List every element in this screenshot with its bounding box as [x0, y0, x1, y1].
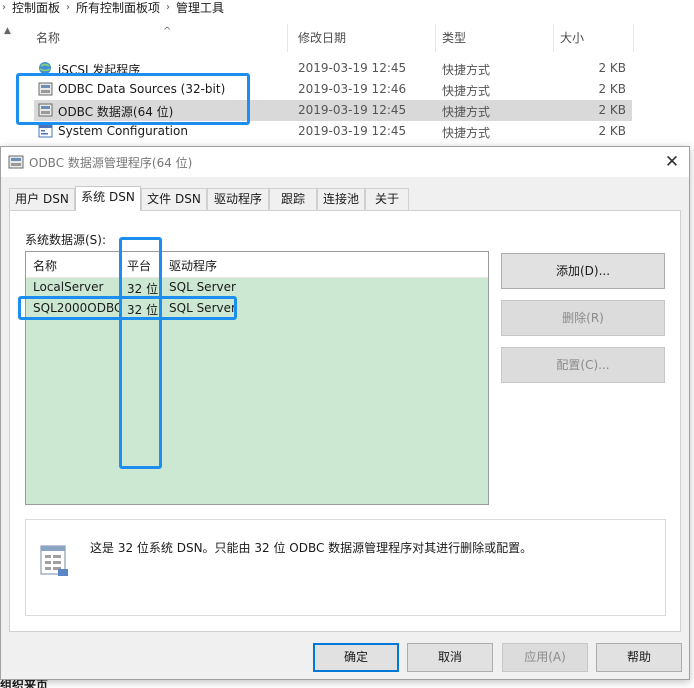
system-data-sources-label: 系统数据源(S): — [25, 233, 107, 247]
close-icon[interactable]: ✕ — [655, 147, 689, 177]
remove-button[interactable]: 删除(R) — [501, 300, 665, 336]
column-name-header[interactable]: 名称 ^ — [30, 24, 288, 52]
info-message: 这是 32 位系统 DSN。只能由 32 位 ODBC 数据源管理程序对其进行删… — [90, 541, 533, 555]
scroll-up-icon[interactable]: ▲ — [4, 26, 11, 36]
background-fragment: 组织来页 — [0, 680, 49, 688]
file-row-iscsi[interactable]: iSCSI 发起程序 2019-03-19 12:45 快捷方式 2 KB — [34, 58, 632, 79]
column-type-header[interactable]: 类型 — [436, 24, 554, 52]
chevron-right-icon: › — [166, 1, 171, 13]
odbc-administrator-dialog: ODBC 数据源管理程序(64 位) ✕ 用户 DSN 系统 DSN 文件 DS… — [0, 146, 690, 680]
dialog-titlebar[interactable]: ODBC 数据源管理程序(64 位) ✕ — [1, 147, 689, 177]
column-size-header[interactable]: 大小 — [554, 24, 634, 52]
file-row-system-configuration[interactable]: System Configuration 2019-03-19 12:45 快捷… — [34, 121, 632, 142]
iscsi-globe-icon — [39, 62, 51, 74]
tab-tracing[interactable]: 跟踪 — [269, 188, 317, 210]
header-platform[interactable]: 平台 — [127, 257, 151, 274]
breadcrumb-item-all-items[interactable]: 所有控制面板项 — [76, 0, 160, 15]
odbc-icon — [38, 82, 53, 96]
tab-file-dsn[interactable]: 文件 DSN — [141, 188, 207, 210]
system-data-sources-list[interactable]: 名称 平台 驱动程序 LocalServer 32 位 SQL Server S… — [25, 251, 489, 505]
file-list-header: 名称 ^ 修改日期 类型 大小 — [22, 24, 634, 52]
tab-user-dsn[interactable]: 用户 DSN — [9, 188, 75, 210]
column-date-header[interactable]: 修改日期 — [292, 24, 436, 52]
data-source-list-header: 名称 平台 驱动程序 — [26, 252, 488, 278]
data-source-row[interactable]: SQL2000ODBC 32 位 SQL Server — [26, 299, 488, 319]
tab-connection-pool[interactable]: 连接池 — [317, 188, 365, 210]
tab-drivers[interactable]: 驱动程序 — [207, 188, 269, 210]
configure-button[interactable]: 配置(C)... — [501, 347, 665, 383]
sort-ascending-icon: ^ — [163, 26, 172, 37]
file-row-odbc-32[interactable]: ODBC Data Sources (32-bit) 2019-03-19 12… — [34, 79, 632, 100]
header-name[interactable]: 名称 — [33, 257, 57, 274]
system-dsn-panel: 系统数据源(S): 名称 平台 驱动程序 LocalServer 32 位 SQ… — [9, 210, 681, 632]
odbc-icon — [8, 155, 24, 169]
chevron-right-icon: › — [66, 1, 71, 13]
apply-button[interactable]: 应用(A) — [502, 643, 588, 672]
breadcrumb: › 控制面板 › 所有控制面板项 › 管理工具 — [0, 0, 694, 15]
file-row-odbc-64[interactable]: ODBC 数据源(64 位) 2019-03-19 12:45 快捷方式 2 K… — [34, 100, 632, 121]
ok-button[interactable]: 确定 — [313, 643, 399, 672]
system-config-icon — [38, 124, 53, 138]
tab-about[interactable]: 关于 — [365, 188, 409, 210]
header-driver[interactable]: 驱动程序 — [169, 257, 217, 274]
breadcrumb-item-admin-tools[interactable]: 管理工具 — [176, 0, 224, 15]
chevron-right-icon: › — [2, 1, 6, 13]
data-source-row[interactable]: LocalServer 32 位 SQL Server — [26, 278, 488, 298]
dialog-title: ODBC 数据源管理程序(64 位) — [29, 156, 193, 170]
help-button[interactable]: 帮助 — [596, 643, 682, 672]
info-box: 这是 32 位系统 DSN。只能由 32 位 ODBC 数据源管理程序对其进行删… — [25, 519, 666, 616]
data-source-info-icon — [40, 545, 68, 576]
tab-system-dsn[interactable]: 系统 DSN — [75, 186, 141, 211]
odbc-icon — [38, 103, 53, 117]
breadcrumb-item-control-panel[interactable]: 控制面板 — [12, 0, 60, 15]
cancel-button[interactable]: 取消 — [407, 643, 493, 672]
add-button[interactable]: 添加(D)... — [501, 253, 665, 289]
